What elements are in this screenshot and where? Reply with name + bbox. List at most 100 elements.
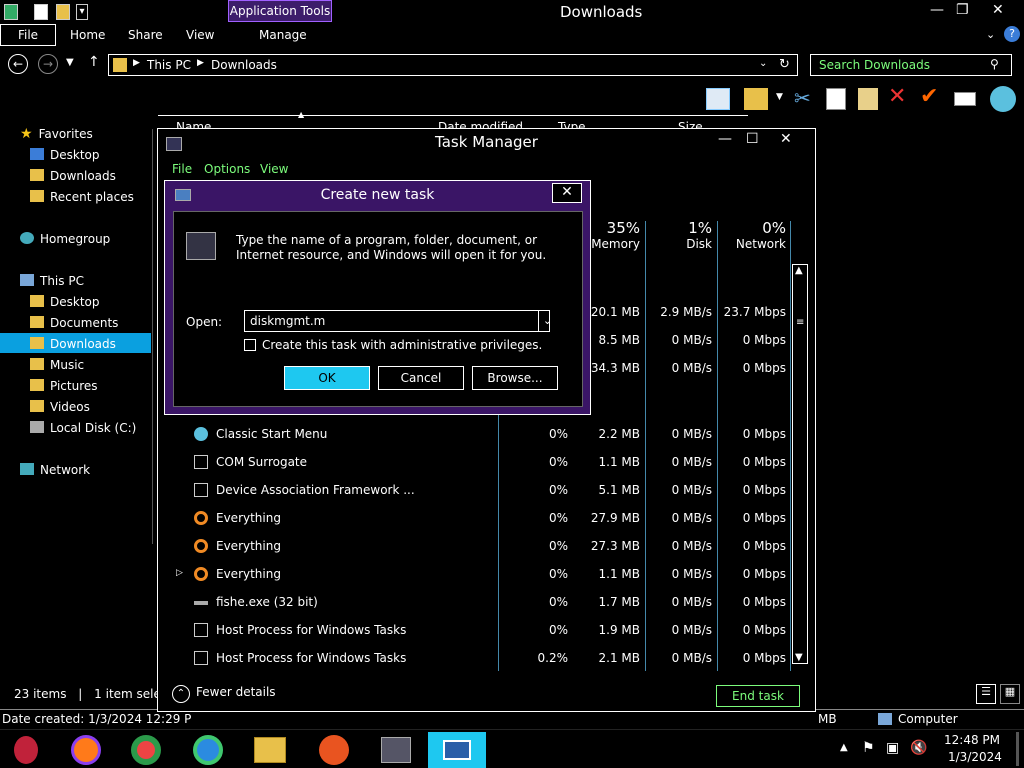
address-bar[interactable]: ▶ This PC ▶ Downloads ⌄ ↻ (108, 54, 798, 76)
close-icon[interactable]: ✕ (780, 131, 792, 147)
nav-homegroup[interactable]: Homegroup (20, 232, 110, 246)
chevron-down-icon[interactable]: ⌄ (759, 58, 767, 69)
volume-muted-icon[interactable]: 🔇 (910, 740, 927, 756)
show-hidden-icons[interactable]: ▲ (840, 742, 848, 753)
ribbon-tab-share[interactable]: Share (128, 28, 163, 42)
header-memory[interactable]: 35% Memory (588, 219, 640, 251)
menu-view[interactable]: View (260, 162, 288, 176)
search-input[interactable]: Search Downloads (810, 54, 1012, 76)
admin-privileges-checkbox[interactable] (244, 339, 256, 351)
ribbon-tab-manage[interactable]: Manage (259, 28, 307, 42)
folder-options-icon[interactable] (744, 88, 768, 110)
taskbar-file-explorer[interactable] (244, 732, 296, 768)
open-input[interactable] (244, 310, 550, 332)
expand-icon[interactable]: ▷ (176, 568, 183, 578)
paste-icon[interactable] (858, 88, 878, 110)
ribbon-tab-view[interactable]: View (186, 28, 214, 42)
expand-ribbon-icon[interactable]: ⌄ (986, 28, 995, 41)
new-folder-icon[interactable] (56, 4, 70, 20)
start-orb-icon (14, 736, 38, 764)
nav-this-pc[interactable]: This PC (20, 274, 84, 288)
process-row[interactable]: Classic Start Menu 0% 2.2 MB 0 MB/s 0 Mb… (158, 421, 798, 449)
header-disk[interactable]: 1% Disk (648, 219, 712, 251)
nav-pc-music[interactable]: Music (30, 358, 84, 372)
show-desktop-button[interactable] (1016, 732, 1019, 766)
header-network[interactable]: 0% Network (718, 219, 786, 251)
flag-icon[interactable]: ⚑ (862, 740, 875, 756)
menu-file[interactable]: File (172, 162, 192, 176)
nav-pc-desktop[interactable]: Desktop (30, 295, 100, 309)
taskbar-edge[interactable] (182, 732, 234, 768)
nav-pc-videos[interactable]: Videos (30, 400, 90, 414)
nav-fav-downloads[interactable]: Downloads (30, 169, 116, 183)
open-label: Open: (186, 315, 223, 329)
scroll-thumb-icon[interactable]: ≡ (796, 317, 804, 328)
refresh-icon[interactable]: ↻ (779, 57, 790, 72)
breadcrumb-this-pc[interactable]: This PC (147, 58, 191, 72)
nav-favorites[interactable]: ★ Favorites (20, 126, 93, 142)
menu-options[interactable]: Options (204, 162, 250, 176)
breadcrumb-downloads[interactable]: Downloads (211, 58, 277, 72)
start-button[interactable] (0, 732, 52, 768)
process-row[interactable]: Device Association Framework ... 0% 5.1 … (158, 477, 798, 505)
process-row[interactable]: Everything 0% 27.3 MB 0 MB/s 0 Mbps (158, 533, 798, 561)
customize-quick-access-icon[interactable]: ▾ (76, 4, 88, 20)
nav-pc-downloads[interactable]: Downloads (30, 337, 116, 351)
taskbar-run-dialog[interactable] (428, 732, 486, 768)
chevron-down-icon[interactable]: ▼ (776, 92, 783, 102)
chevron-down-icon[interactable]: ⌄ (538, 311, 556, 331)
clock-time[interactable]: 12:48 PM (944, 733, 1000, 747)
forward-icon[interactable]: → (38, 54, 58, 74)
restore-icon[interactable]: ❐ (956, 2, 969, 18)
taskbar-ubuntu[interactable] (308, 732, 360, 768)
copy-icon[interactable] (826, 88, 846, 110)
taskbar-task-manager[interactable] (370, 732, 422, 768)
ribbon-tab-home[interactable]: Home (70, 28, 105, 42)
back-icon[interactable]: ← (8, 54, 28, 74)
nav-fav-recent-places[interactable]: Recent places (30, 190, 134, 204)
process-scrollbar[interactable]: ▲ ≡ ▼ (792, 264, 808, 664)
details-view-icon[interactable]: ☰ (976, 684, 996, 704)
fewer-details-button[interactable]: ⌃ Fewer details (172, 685, 276, 703)
cancel-button[interactable]: Cancel (378, 366, 464, 390)
nav-pc-pictures[interactable]: Pictures (30, 379, 98, 393)
large-icons-view-icon[interactable]: ▦ (1000, 684, 1020, 704)
close-icon[interactable]: ✕ (992, 2, 1004, 18)
taskbar-chrome[interactable] (120, 732, 172, 768)
process-row[interactable]: Everything 0% 27.9 MB 0 MB/s 0 Mbps (158, 505, 798, 533)
process-row[interactable]: Host Process for Windows Tasks 0.2% 2.1 … (158, 645, 798, 673)
chevron-up-icon: ⌃ (172, 685, 190, 703)
network-status-icon[interactable]: ▣ (886, 740, 899, 756)
properties-icon[interactable] (34, 4, 48, 20)
process-row[interactable]: Host Process for Windows Tasks 0% 1.9 MB… (158, 617, 798, 645)
browse-button[interactable]: Browse... (472, 366, 558, 390)
maximize-icon[interactable]: ☐ (746, 131, 759, 147)
nav-fav-desktop[interactable]: Desktop (30, 148, 100, 162)
process-row[interactable]: fishe.exe (32 bit) 0% 1.7 MB 0 MB/s 0 Mb… (158, 589, 798, 617)
clock-date[interactable]: 1/3/2024 (948, 750, 1002, 764)
nav-pc-local-disk[interactable]: Local Disk (C:) (30, 421, 136, 435)
process-row[interactable]: ▷ Everything 0% 1.1 MB 0 MB/s 0 Mbps (158, 561, 798, 589)
nav-network[interactable]: Network (20, 463, 90, 477)
minimize-icon[interactable]: — (718, 131, 732, 147)
help-icon[interactable]: ? (1004, 26, 1020, 42)
delete-icon[interactable]: ✕ (888, 84, 906, 109)
minimize-icon[interactable]: — (930, 2, 944, 18)
search-icon[interactable]: ⚲ (990, 57, 999, 71)
taskbar-firefox[interactable] (60, 732, 112, 768)
process-row[interactable]: COM Surrogate 0% 1.1 MB 0 MB/s 0 Mbps (158, 449, 798, 477)
checkmark-icon[interactable]: ✔ (920, 84, 938, 109)
chevron-right-icon: ▶ (133, 58, 140, 68)
scroll-down-icon[interactable]: ▼ (795, 652, 803, 663)
scroll-up-icon[interactable]: ▲ (795, 265, 803, 276)
rename-icon[interactable] (954, 92, 976, 106)
end-task-button[interactable]: End task (716, 685, 800, 707)
ok-button[interactable]: OK (284, 366, 370, 390)
layout-icon[interactable] (706, 88, 730, 110)
recent-locations-icon[interactable]: ▼ (66, 57, 74, 68)
up-icon[interactable]: ↑ (88, 54, 100, 70)
nav-pc-documents[interactable]: Documents (30, 316, 118, 330)
globe-icon[interactable] (990, 86, 1016, 112)
close-icon[interactable]: ✕ (552, 183, 582, 203)
cut-icon[interactable]: ✂ (794, 86, 811, 110)
